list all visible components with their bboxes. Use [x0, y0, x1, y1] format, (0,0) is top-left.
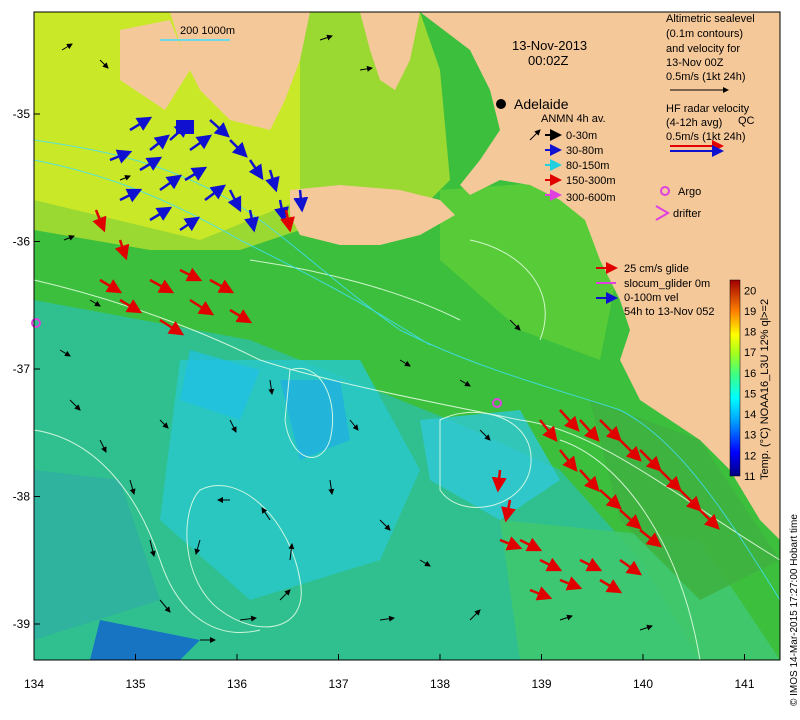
svg-text:0-100m vel: 0-100m vel: [624, 292, 678, 304]
radar-station-marker: [176, 120, 194, 134]
colorbar-tick-label: 16: [744, 368, 756, 380]
colorbar-tick-label: 17: [744, 347, 756, 359]
colorbar-tick-label: 14: [744, 409, 756, 421]
svg-text:(4-12h avg): (4-12h avg): [666, 117, 722, 129]
svg-text:0-30m: 0-30m: [566, 130, 597, 142]
colorbar-tick-label: 15: [744, 388, 756, 400]
svg-text:slocum_glider 0m: slocum_glider 0m: [624, 278, 710, 290]
x-tick-label: 134: [24, 677, 44, 691]
svg-text:54h to 13-Nov 052: 54h to 13-Nov 052: [624, 306, 715, 318]
map-date: 13-Nov-2013: [512, 38, 587, 53]
credit-text: © IMOS 14-Mar-2015 17:27:00 Hobart time: [789, 514, 800, 706]
y-tick-label: -37: [13, 362, 31, 376]
svg-text:(0.1m contours): (0.1m contours): [666, 28, 743, 40]
svg-text:300-600m: 300-600m: [566, 192, 616, 204]
x-tick-label: 138: [430, 677, 450, 691]
city-label: Adelaide: [514, 96, 569, 112]
map-time: 00:02Z: [528, 53, 569, 68]
y-tick-label: -36: [13, 235, 31, 249]
svg-text:25 cm/s glide: 25 cm/s glide: [624, 263, 689, 275]
x-tick-label: 137: [328, 677, 348, 691]
colorbar-tick-label: 18: [744, 327, 756, 339]
x-tick-label: 140: [633, 677, 653, 691]
svg-text:0.5m/s (1kt 24h): 0.5m/s (1kt 24h): [666, 71, 745, 83]
colorbar-tick-label: 13: [744, 430, 756, 442]
x-tick-label: 139: [531, 677, 551, 691]
colorbar-tick-label: 12: [744, 450, 756, 462]
colorbar-tick-label: 19: [744, 306, 756, 318]
colorbar-tick-label: 11: [744, 471, 755, 483]
svg-text:HF radar velocity: HF radar velocity: [666, 103, 750, 115]
svg-text:QC: QC: [738, 115, 755, 127]
svg-text:80-150m: 80-150m: [566, 160, 609, 172]
svg-text:13-Nov 00Z: 13-Nov 00Z: [666, 57, 724, 69]
svg-text:Altimetric sealevel: Altimetric sealevel: [666, 13, 755, 25]
y-tick-label: -35: [13, 107, 31, 121]
sst-current-map: Adelaide 13-Nov-2013 00:02Z 200 1000m Al…: [13, 11, 800, 706]
colorbar-title: Temp. (°C) NOAA16_L3U 12% ql>=2: [759, 299, 771, 480]
x-tick-label: 136: [227, 677, 247, 691]
x-tick-label: 141: [734, 677, 754, 691]
y-tick-label: -39: [13, 617, 31, 631]
y-tick-label: -38: [13, 490, 31, 504]
legend-anmn-title: ANMN 4h av.: [541, 113, 606, 125]
scale-bar-label: 200 1000m: [180, 25, 235, 37]
svg-text:30-80m: 30-80m: [566, 145, 603, 157]
svg-text:0.5m/s (1kt 24h): 0.5m/s (1kt 24h): [666, 131, 745, 143]
adelaide-marker: [496, 99, 506, 109]
colorbar-tick-label: 20: [744, 285, 756, 297]
svg-text:drifter: drifter: [673, 208, 701, 220]
svg-text:150-300m: 150-300m: [566, 175, 616, 187]
x-tick-label: 135: [125, 677, 145, 691]
svg-text:and velocity for: and velocity for: [666, 43, 740, 55]
svg-text:Argo: Argo: [678, 186, 701, 198]
